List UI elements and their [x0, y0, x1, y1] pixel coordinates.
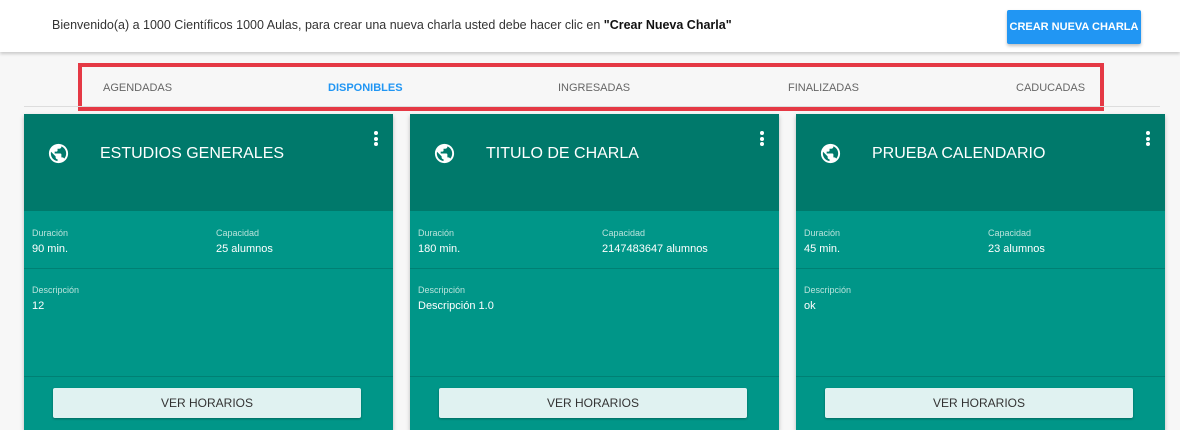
more-vert-icon[interactable] — [759, 131, 765, 147]
tabs-divider — [24, 106, 1160, 107]
duration-label: Duración — [32, 228, 69, 238]
duration-value: 180 min. — [418, 243, 461, 255]
card-title: TITULO DE CHARLA — [486, 145, 639, 162]
duration-label: Duración — [418, 228, 455, 238]
globe-icon — [820, 143, 841, 164]
description-label: Descripción — [804, 285, 852, 295]
talk-card: PRUEBA CALENDARIO Duración 45 min. Capac… — [796, 114, 1165, 430]
capacity-label: Capacidad — [216, 228, 260, 238]
divider — [410, 268, 779, 269]
capacity-value: 23 alumnos — [988, 243, 1045, 255]
description-label: Descripción — [418, 285, 466, 295]
top-bar: Bienvenido(a) a 1000 Científicos 1000 Au… — [0, 0, 1180, 52]
welcome-quote-close: " — [725, 18, 732, 32]
capacity-label: Capacidad — [602, 228, 646, 238]
card-header: PRUEBA CALENDARIO — [796, 114, 1165, 211]
talk-card: ESTUDIOS GENERALES Duración 90 min. Capa… — [24, 114, 393, 430]
globe-icon — [434, 143, 455, 164]
description-value: Descripción 1.0 — [418, 300, 494, 312]
divider — [24, 376, 393, 377]
globe-icon — [48, 143, 69, 164]
talk-card: TITULO DE CHARLA Duración 180 min. Capac… — [410, 114, 779, 430]
status-tabs: AGENDADAS DISPONIBLES INGRESADAS FINALIZ… — [78, 63, 1104, 111]
divider — [410, 376, 779, 377]
view-schedules-button[interactable]: VER HORARIOS — [825, 388, 1133, 418]
card-header: ESTUDIOS GENERALES — [24, 114, 393, 211]
duration-label: Duración — [804, 228, 841, 238]
capacity-value: 25 alumnos — [216, 243, 273, 255]
more-vert-icon[interactable] — [1145, 131, 1151, 147]
capacity-label: Capacidad — [988, 228, 1032, 238]
duration-value: 90 min. — [32, 243, 69, 255]
card-title: ESTUDIOS GENERALES — [100, 145, 285, 162]
capacity-value: 2147483647 alumnos — [602, 243, 708, 255]
create-new-talk-button[interactable]: CREAR NUEVA CHARLA — [1007, 10, 1141, 44]
divider — [796, 376, 1165, 377]
description-value: 12 — [32, 300, 45, 312]
welcome-message: Bienvenido(a) a 1000 Científicos 1000 Au… — [52, 18, 732, 32]
tab-agendadas[interactable]: AGENDADAS — [103, 82, 172, 94]
duration-value: 45 min. — [804, 243, 841, 255]
welcome-text: Bienvenido(a) a 1000 Científicos 1000 Au… — [52, 18, 604, 32]
divider — [796, 268, 1165, 269]
tab-finalizadas[interactable]: FINALIZADAS — [788, 82, 859, 94]
tab-ingresadas[interactable]: INGRESADAS — [558, 82, 630, 94]
card-header: TITULO DE CHARLA — [410, 114, 779, 211]
tab-disponibles[interactable]: DISPONIBLES — [328, 82, 403, 94]
more-vert-icon[interactable] — [373, 131, 379, 147]
description-value: ok — [804, 300, 816, 312]
card-title: PRUEBA CALENDARIO — [872, 145, 1046, 162]
description-label: Descripción — [32, 285, 80, 295]
view-schedules-button[interactable]: VER HORARIOS — [439, 388, 747, 418]
tab-caducadas[interactable]: CADUCADAS — [1016, 82, 1085, 94]
divider — [24, 268, 393, 269]
welcome-bold-link-text: Crear Nueva Charla — [609, 18, 726, 32]
view-schedules-button[interactable]: VER HORARIOS — [53, 388, 361, 418]
